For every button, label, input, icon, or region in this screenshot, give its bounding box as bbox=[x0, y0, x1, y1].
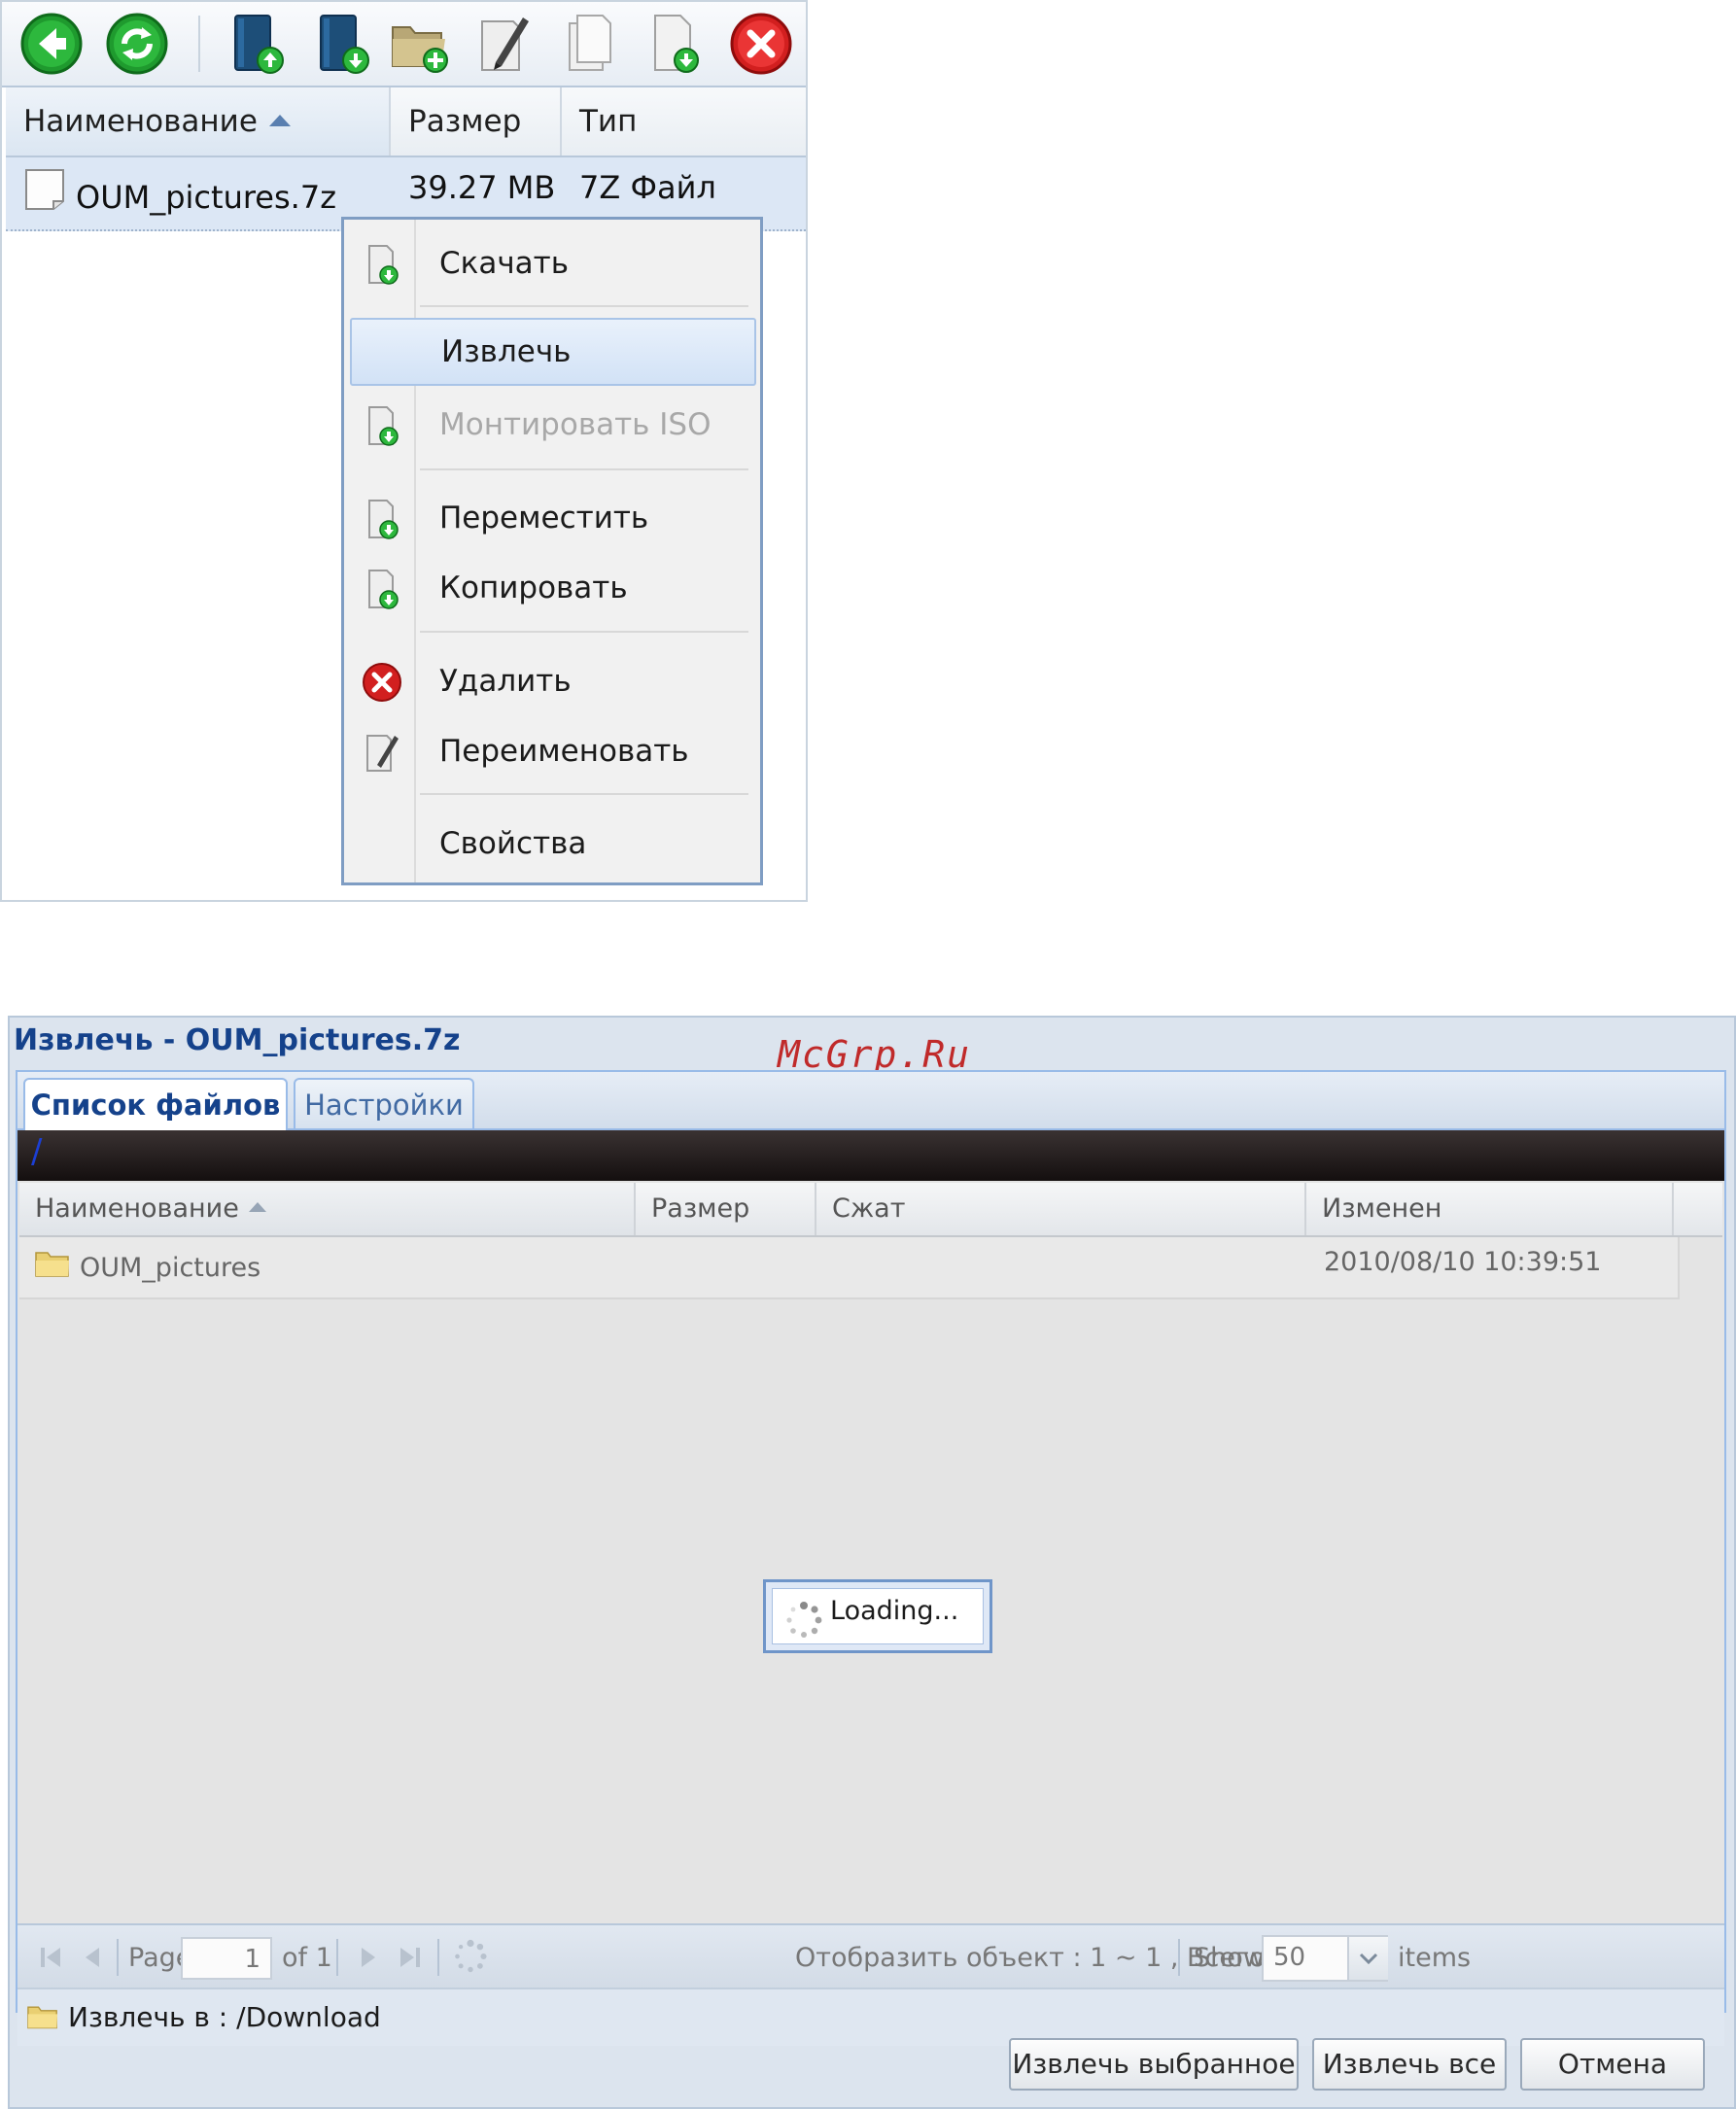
new-folder-icon[interactable] bbox=[389, 12, 453, 76]
mount-iso-icon bbox=[362, 405, 402, 446]
extract-destination: Извлечь в : /Download bbox=[17, 1988, 1724, 2046]
menu-separator bbox=[420, 631, 748, 633]
prev-page-icon[interactable] bbox=[80, 1943, 109, 1979]
toolbar-separator bbox=[198, 16, 200, 72]
file-list-header: Наименование Размер Тип bbox=[6, 87, 806, 157]
menu-separator bbox=[420, 793, 748, 795]
upload-icon[interactable] bbox=[226, 12, 290, 76]
column-type[interactable]: Тип bbox=[562, 87, 806, 156]
menu-item-extract[interactable]: Извлечь bbox=[350, 318, 756, 386]
path-bar: / bbox=[17, 1130, 1724, 1181]
tab-strip: Список файлов Настройки bbox=[17, 1072, 1724, 1130]
menu-item-label: Удалить bbox=[439, 664, 572, 699]
pager-separator bbox=[1178, 1939, 1180, 1976]
rename-icon bbox=[362, 732, 402, 773]
dialog-panel: Список файлов Настройки / Наименование Р… bbox=[16, 1070, 1726, 2046]
column-size-label: Размер bbox=[408, 104, 522, 139]
extract-icon[interactable] bbox=[643, 12, 708, 76]
column-name[interactable]: Наименование bbox=[19, 1183, 636, 1235]
file-size: 39.27 MB bbox=[408, 169, 556, 206]
current-path[interactable]: / bbox=[31, 1132, 42, 1171]
pager-separator bbox=[437, 1939, 439, 1976]
page-number-input[interactable]: 1 bbox=[181, 1937, 272, 1980]
menu-item-label: Свойства bbox=[439, 826, 587, 861]
move-file-icon bbox=[362, 499, 402, 539]
pager-separator bbox=[117, 1939, 119, 1976]
menu-item-delete[interactable]: Удалить bbox=[350, 652, 756, 710]
menu-item-label: Переименовать bbox=[439, 734, 689, 769]
folder-icon bbox=[35, 1249, 70, 1282]
menu-item-move[interactable]: Переместить bbox=[350, 489, 756, 547]
tab-settings[interactable]: Настройки bbox=[294, 1078, 474, 1128]
column-name-label: Наименование bbox=[23, 104, 258, 139]
paging-toolbar: Page 1 of 1 Отобразить объект : 1 ~ 1 , … bbox=[17, 1923, 1724, 1989]
menu-item-download[interactable]: Скачать bbox=[350, 234, 756, 293]
extract-dialog: Извлечь - OUM_pictures.7z McGrp.Ru Списо… bbox=[8, 1016, 1736, 2109]
column-compressed-label: Сжат bbox=[832, 1193, 906, 1224]
cancel-button[interactable]: Отмена bbox=[1520, 2038, 1705, 2091]
rename-icon[interactable] bbox=[474, 12, 538, 76]
file-name: OUM_pictures.7z bbox=[76, 179, 336, 216]
sort-asc-icon bbox=[268, 114, 291, 126]
copy-file-icon bbox=[362, 569, 402, 609]
show-label: Show bbox=[1194, 1943, 1265, 1973]
menu-item-rename[interactable]: Переименовать bbox=[350, 722, 756, 780]
extract-all-button[interactable]: Извлечь все bbox=[1312, 2038, 1507, 2091]
archive-grid-header: Наименование Размер Сжат Изменен bbox=[19, 1183, 1722, 1237]
row-modified: 2010/08/10 10:39:51 bbox=[1324, 1247, 1602, 1277]
last-page-icon[interactable] bbox=[395, 1943, 424, 1979]
menu-item-label: Копировать bbox=[439, 570, 628, 605]
loading-indicator: Loading... bbox=[763, 1579, 992, 1653]
file-icon bbox=[23, 167, 66, 216]
toolbar bbox=[2, 2, 806, 87]
spinner-icon bbox=[784, 1601, 823, 1643]
table-row[interactable]: OUM_pictures 2010/08/10 10:39:51 bbox=[19, 1237, 1680, 1299]
context-menu: Скачать Извлечь Монтировать ISO Перемест… bbox=[341, 217, 763, 885]
delete-icon[interactable] bbox=[729, 12, 793, 76]
refresh-icon[interactable] bbox=[453, 1939, 488, 1981]
page-of-label: of 1 bbox=[282, 1943, 332, 1973]
copy-icon[interactable] bbox=[560, 12, 624, 76]
menu-separator bbox=[420, 468, 748, 470]
delete-icon bbox=[362, 662, 402, 703]
menu-item-label: Скачать bbox=[439, 246, 570, 281]
column-compressed[interactable]: Сжат bbox=[816, 1183, 1306, 1235]
first-page-icon[interactable] bbox=[37, 1943, 66, 1979]
download-file-icon bbox=[362, 244, 402, 285]
column-name-label: Наименование bbox=[35, 1193, 239, 1224]
items-label: items bbox=[1398, 1943, 1472, 1973]
page-size-select[interactable]: 50 bbox=[1262, 1935, 1388, 1982]
column-modified[interactable]: Изменен bbox=[1306, 1183, 1674, 1235]
menu-separator bbox=[420, 305, 748, 307]
back-icon[interactable] bbox=[19, 12, 84, 76]
refresh-icon[interactable] bbox=[105, 12, 169, 76]
column-size[interactable]: Размер bbox=[636, 1183, 816, 1235]
menu-item-copy[interactable]: Копировать bbox=[350, 559, 756, 617]
menu-item-mount-iso: Монтировать ISO bbox=[350, 396, 756, 454]
menu-item-label: Извлечь bbox=[441, 334, 572, 369]
column-size-label: Размер bbox=[651, 1193, 750, 1224]
column-modified-label: Изменен bbox=[1322, 1193, 1442, 1224]
dialog-title: Извлечь - OUM_pictures.7z bbox=[14, 1023, 461, 1057]
file-type: 7Z Файл bbox=[579, 169, 716, 206]
extract-destination-text[interactable]: Извлечь в : /Download bbox=[68, 2001, 381, 2033]
menu-item-label: Переместить bbox=[439, 501, 649, 536]
chevron-down-icon[interactable] bbox=[1347, 1937, 1388, 1980]
file-manager-panel: Наименование Размер Тип OUM_pictures.7z … bbox=[0, 0, 808, 902]
column-type-label: Тип bbox=[579, 104, 638, 139]
folder-icon bbox=[27, 2003, 58, 2034]
download-icon[interactable] bbox=[311, 12, 375, 76]
tab-file-list[interactable]: Список файлов bbox=[23, 1078, 288, 1130]
next-page-icon[interactable] bbox=[352, 1943, 381, 1979]
row-name: OUM_pictures bbox=[80, 1253, 261, 1283]
page-size-value: 50 bbox=[1273, 1943, 1306, 1972]
sort-asc-icon bbox=[248, 1201, 266, 1212]
menu-item-properties[interactable]: Свойства bbox=[350, 814, 756, 873]
pager-separator bbox=[336, 1939, 338, 1976]
column-name[interactable]: Наименование bbox=[6, 87, 391, 156]
loading-text: Loading... bbox=[830, 1596, 959, 1626]
column-size[interactable]: Размер bbox=[391, 87, 562, 156]
menu-item-label: Монтировать ISO bbox=[439, 407, 712, 442]
extract-selected-button[interactable]: Извлечь выбранное bbox=[1009, 2038, 1299, 2091]
